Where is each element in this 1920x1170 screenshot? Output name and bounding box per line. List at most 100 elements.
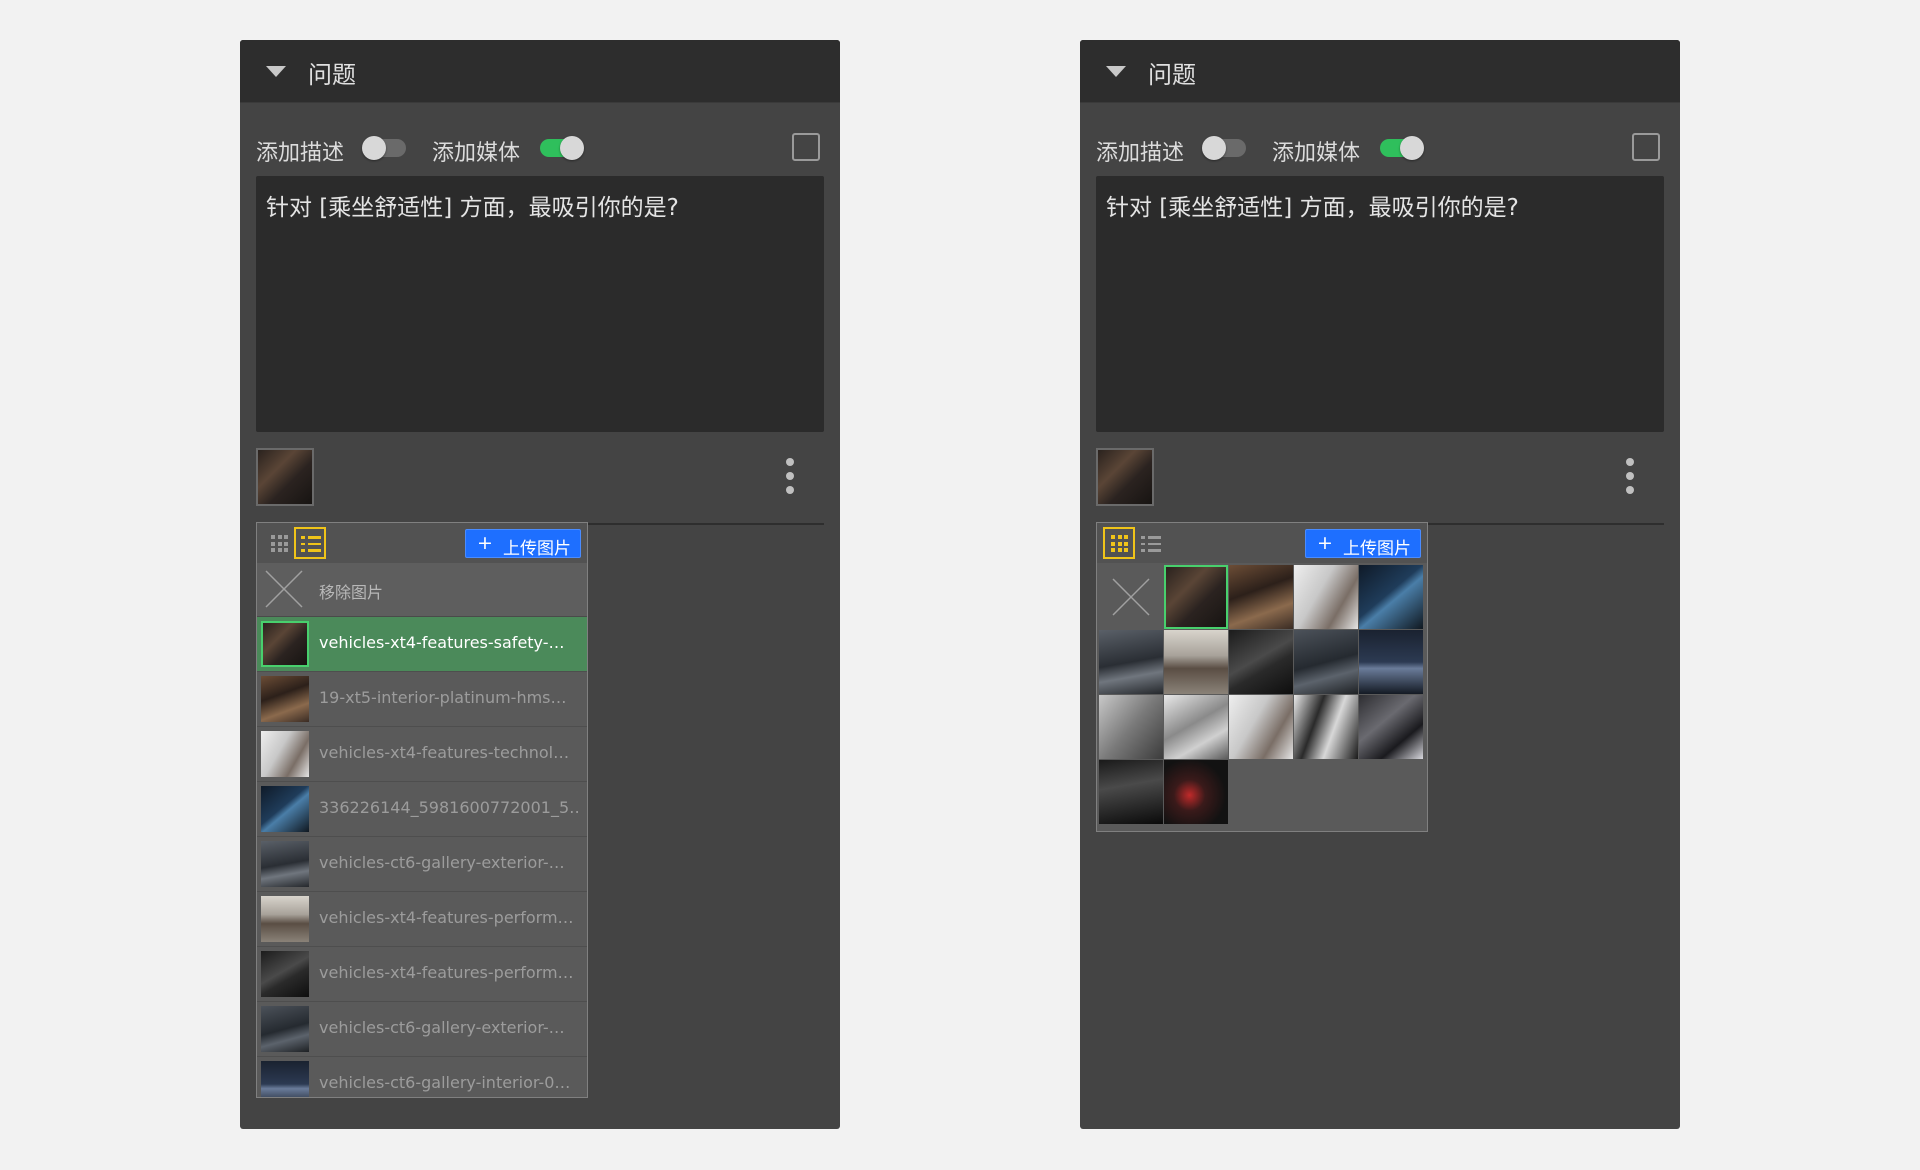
list-item-thumbnail [261,786,309,832]
panel-header[interactable]: 问题 [240,40,840,103]
add-media-label: 添加媒体 [1272,141,1361,166]
grid-item[interactable] [1099,695,1163,759]
dot [1626,458,1634,466]
add-description-label: 添加描述 [256,141,345,166]
grid-view-icon[interactable] [1103,527,1135,559]
toggle-knob [362,136,386,160]
list-glyph [1141,535,1161,553]
list-item[interactable]: vehicles-xt4-features-technol… [257,727,587,782]
list-item[interactable]: vehicles-ct6-gallery-exterior-… [257,837,587,892]
dot [786,486,794,494]
list-item-thumbnail [261,951,309,997]
list-item-filename: vehicles-ct6-gallery-exterior-… [319,853,565,872]
add-media-toggle[interactable] [1380,136,1424,160]
add-description-toggle[interactable] [1202,136,1246,160]
grid-glyph [271,535,288,552]
dot [786,472,794,480]
upload-label: 上传图片 [1343,539,1411,559]
toggle-row: 添加描述 添加媒体 [256,122,824,178]
grid-item[interactable] [1099,630,1163,694]
kebab-menu-icon[interactable] [784,458,796,498]
plus-icon: + [1317,532,1333,554]
remove-x-icon [1112,578,1150,616]
grid-item[interactable] [1294,695,1358,759]
list-item-filename: 336226144_5981600772001_5… [319,798,579,817]
upload-image-button[interactable]: + 上传图片 [465,529,581,559]
panel-header[interactable]: 问题 [1080,40,1680,103]
toggle-knob [1202,136,1226,160]
grid-glyph [1111,535,1128,552]
question-checkbox[interactable] [792,133,820,161]
upload-image-button[interactable]: + 上传图片 [1305,529,1421,559]
thumbnail-image [258,450,312,504]
kebab-menu-icon[interactable] [1624,458,1636,498]
grid-view-icon[interactable] [263,527,295,559]
plus-icon: + [477,532,493,554]
add-media-label: 添加媒体 [432,141,521,166]
attached-media-thumbnail[interactable] [256,448,314,506]
grid-item[interactable] [1294,630,1358,694]
question-panel-left: 问题 添加描述 添加媒体 针对 [乘坐舒适性] 方面，最吸引你的是? + 上传图… [240,40,840,1129]
toggle-knob [560,136,584,160]
remove-image-row[interactable]: 移除图片 [257,563,587,617]
dot [1626,486,1634,494]
grid-item[interactable] [1164,760,1228,824]
image-picker-popup: + 上传图片 移除图片 vehicles-xt4-features-safety… [256,522,588,1098]
remove-image-cell[interactable] [1099,565,1163,629]
panel-title: 问题 [308,61,356,89]
list-item-filename: vehicles-xt4-features-perform… [319,963,574,982]
grid-item[interactable] [1359,565,1423,629]
grid-item[interactable] [1229,630,1293,694]
chevron-down-icon[interactable] [266,66,286,77]
upload-label: 上传图片 [503,539,571,559]
picker-toolbar: + 上传图片 [257,523,587,563]
question-textarea[interactable]: 针对 [乘坐舒适性] 方面，最吸引你的是? [1096,176,1664,432]
grid-item[interactable] [1359,695,1423,759]
list-item-thumbnail [261,1061,309,1097]
list-item[interactable]: 19-xt5-interior-platinum-hms… [257,672,587,727]
grid-item[interactable] [1164,695,1228,759]
add-media-toggle[interactable] [540,136,584,160]
thumbnail-image [1098,450,1152,504]
toggle-row: 添加描述 添加媒体 [1096,122,1664,178]
question-checkbox[interactable] [1632,133,1660,161]
list-item-thumbnail [261,841,309,887]
list-item-thumbnail [261,676,309,722]
toggle-knob [1400,136,1424,160]
list-item-filename: 19-xt5-interior-platinum-hms… [319,688,567,707]
grid-item[interactable] [1099,760,1163,824]
list-view-icon[interactable] [294,527,326,559]
list-item-filename: vehicles-xt4-features-safety-… [319,633,565,652]
image-picker-popup: + 上传图片 [1096,522,1428,832]
list-view-icon[interactable] [1134,527,1166,559]
list-item-filename: vehicles-ct6-gallery-interior-0… [319,1073,571,1092]
list-item-filename: vehicles-xt4-features-technol… [319,743,570,762]
add-description-toggle[interactable] [362,136,406,160]
grid-item[interactable] [1164,630,1228,694]
dot [1626,472,1634,480]
dot [786,458,794,466]
list-item-filename: vehicles-ct6-gallery-exterior-… [319,1018,565,1037]
picker-toolbar: + 上传图片 [1097,523,1427,563]
grid-item[interactable] [1359,630,1423,694]
question-textarea[interactable]: 针对 [乘坐舒适性] 方面，最吸引你的是? [256,176,824,432]
chevron-down-icon[interactable] [1106,66,1126,77]
attached-media-thumbnail[interactable] [1096,448,1154,506]
remove-x-icon [265,570,303,608]
grid-item[interactable] [1229,565,1293,629]
list-item[interactable]: vehicles-ct6-gallery-interior-0… [257,1057,587,1097]
grid-item[interactable] [1164,565,1228,629]
question-text: 针对 [乘坐舒适性] 方面，最吸引你的是? [266,195,679,221]
list-item-thumbnail [261,621,309,667]
list-glyph [301,535,321,553]
image-grid [1097,563,1427,831]
remove-image-label: 移除图片 [319,583,384,602]
list-item[interactable]: vehicles-ct6-gallery-exterior-… [257,1002,587,1057]
grid-item[interactable] [1229,695,1293,759]
list-item[interactable]: vehicles-xt4-features-safety-… [257,617,587,672]
list-item[interactable]: 336226144_5981600772001_5… [257,782,587,837]
question-text: 针对 [乘坐舒适性] 方面，最吸引你的是? [1106,195,1519,221]
list-item[interactable]: vehicles-xt4-features-perform… [257,892,587,947]
grid-item[interactable] [1294,565,1358,629]
list-item[interactable]: vehicles-xt4-features-perform… [257,947,587,1002]
